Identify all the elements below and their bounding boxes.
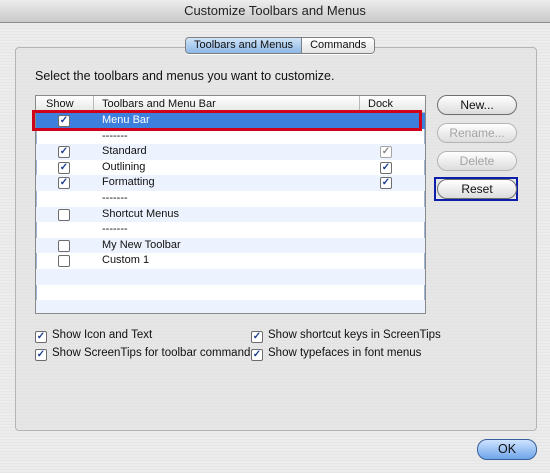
list-row[interactable]: ✓ Menu Bar [36, 113, 425, 129]
dialog-window: Customize Toolbars and Menus Toolbars an… [0, 0, 550, 473]
checkbox-checked-icon[interactable]: ✓ [251, 349, 263, 361]
ok-button[interactable]: OK [477, 439, 537, 460]
checkbox-checked-icon[interactable]: ✓ [251, 331, 263, 343]
list-row[interactable]: ------- [36, 191, 425, 207]
dock-checkbox-checked[interactable]: ✓ [380, 177, 392, 190]
option-label: Show ScreenTips for toolbar commands [52, 347, 257, 359]
show-checkbox-unchecked[interactable] [58, 255, 70, 268]
reset-button[interactable]: Reset [437, 179, 517, 199]
window-title: Customize Toolbars and Menus [0, 0, 550, 23]
row-label: ------- [102, 223, 128, 236]
row-label: My New Toolbar [102, 238, 181, 251]
list-row-empty [36, 268, 425, 285]
list-row[interactable]: My New Toolbar [36, 237, 425, 254]
list-row[interactable]: Custom 1 [36, 253, 425, 269]
list-row[interactable]: ✓ Standard ✓ [36, 144, 425, 160]
list-header: Show Toolbars and Menu Bar Dock [36, 96, 425, 113]
new-button[interactable]: New... [437, 95, 517, 115]
show-checkbox-unchecked[interactable] [58, 208, 70, 221]
option-show-shortcut-keys[interactable]: ✓ Show shortcut keys in ScreenTips [251, 329, 441, 343]
list-row[interactable]: ------- [36, 129, 425, 145]
option-label: Show Icon and Text [52, 329, 153, 341]
show-checkbox-checked[interactable]: ✓ [58, 161, 70, 174]
row-label: Formatting [102, 176, 155, 189]
row-label: ------- [102, 191, 128, 204]
row-label: Standard [102, 145, 147, 158]
dock-checkbox-checked[interactable]: ✓ [380, 161, 392, 174]
show-checkbox-checked[interactable]: ✓ [58, 115, 70, 127]
column-divider [93, 96, 94, 112]
column-header-show[interactable]: Show [46, 96, 74, 112]
row-label: ------- [102, 129, 128, 142]
show-checkbox-checked[interactable]: ✓ [58, 146, 70, 159]
column-divider [359, 96, 360, 112]
option-label: Show shortcut keys in ScreenTips [268, 329, 441, 341]
row-label: Outlining [102, 160, 146, 173]
list-row-empty [36, 285, 425, 301]
list-row[interactable]: Shortcut Menus [36, 206, 425, 223]
column-header-name[interactable]: Toolbars and Menu Bar [102, 96, 216, 112]
checkbox-checked-icon[interactable]: ✓ [35, 331, 47, 343]
option-show-icon-text[interactable]: ✓ Show Icon and Text [35, 329, 152, 343]
option-label: Show typefaces in font menus [268, 347, 422, 359]
rename-button[interactable]: Rename... [437, 123, 517, 143]
row-label: Menu Bar [102, 114, 150, 126]
delete-button[interactable]: Delete [437, 151, 517, 171]
show-checkbox-unchecked[interactable] [58, 239, 70, 252]
tab-control: Toolbars and Menus Commands [185, 37, 376, 54]
list-row[interactable]: ------- [36, 222, 425, 238]
checkbox-checked-icon[interactable]: ✓ [35, 349, 47, 361]
show-checkbox-checked[interactable]: ✓ [58, 177, 70, 190]
option-show-screentips[interactable]: ✓ Show ScreenTips for toolbar commands [35, 347, 256, 361]
list-body: ✓ Menu Bar ------- ✓ Standard ✓ ✓ Outlining ✓ ✓ Fo… [36, 113, 425, 313]
tab-commands[interactable]: Commands [302, 38, 375, 53]
list-row[interactable]: ✓ Formatting ✓ [36, 175, 425, 191]
option-show-typefaces[interactable]: ✓ Show typefaces in font menus [251, 347, 421, 361]
row-label: Custom 1 [102, 254, 150, 267]
tab-toolbars-and-menus[interactable]: Toolbars and Menus [186, 38, 303, 53]
dock-checkbox-checked[interactable]: ✓ [380, 146, 392, 159]
instruction-text: Select the toolbars and menus you want t… [35, 69, 335, 83]
list-row[interactable]: ✓ Outlining ✓ [36, 160, 425, 176]
toolbars-list[interactable]: Show Toolbars and Menu Bar Dock ✓ Menu Ba… [35, 95, 426, 314]
list-row-empty [36, 300, 425, 313]
row-label: Shortcut Menus [102, 207, 180, 220]
column-header-dock[interactable]: Dock [368, 96, 393, 112]
